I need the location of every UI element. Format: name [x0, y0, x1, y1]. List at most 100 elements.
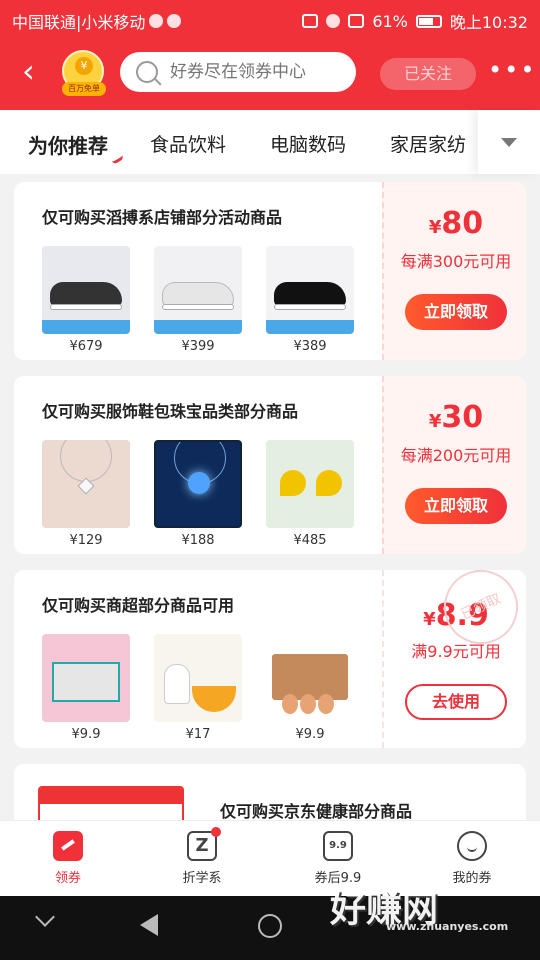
more-icon[interactable]: •••: [488, 58, 536, 82]
egg-icon: [282, 694, 298, 714]
sneaker-icon: [162, 282, 234, 306]
product-item[interactable]: ¥679: [42, 246, 130, 354]
price-ribbon: [42, 320, 130, 334]
coupon-condition: 满9.9元可用: [411, 642, 501, 661]
nav-coupon[interactable]: 领券: [18, 831, 118, 886]
bottom-nav: 领券 Z 折学系 9.9 券后9.9 我的券: [0, 820, 540, 896]
wifi-icon: [326, 14, 341, 28]
product-item[interactable]: ¥129: [42, 440, 130, 548]
product-item[interactable]: ¥9.9: [266, 634, 354, 742]
price-ribbon: [154, 320, 242, 334]
product-item[interactable]: ¥9.9: [42, 634, 130, 742]
tab-home[interactable]: 家居家纺: [390, 130, 466, 157]
product-item[interactable]: ¥399: [154, 246, 242, 354]
search-bar[interactable]: [120, 52, 356, 92]
product-price: ¥9.9: [71, 727, 101, 742]
product-image: [42, 246, 130, 334]
product-item[interactable]: ¥389: [266, 246, 354, 354]
coupon-amount: ¥80: [384, 206, 526, 241]
sneaker-icon: [50, 282, 122, 306]
chevron-down-icon: [501, 138, 517, 147]
chevron-down-icon[interactable]: [35, 907, 55, 927]
top-header: 中国联通|小米移动 61% 晚上10:32 ‹ ¥ 百万免单 已关注 •••: [0, 0, 540, 110]
amount-value: 80: [441, 206, 484, 241]
battery-icon: [415, 14, 442, 28]
nav-my-coupons[interactable]: 我的券: [422, 831, 522, 886]
nav-header: ‹ ¥ 百万免单 已关注 •••: [0, 44, 540, 102]
product-image: [42, 440, 130, 528]
product-price: ¥389: [293, 339, 327, 354]
product-price: ¥399: [181, 339, 215, 354]
coupon-title: 仅可购买京东健康部分商品: [220, 802, 413, 821]
coupon-card[interactable]: 仅可购买服饰鞋包珠宝品类部分商品 ¥129 ¥188 ¥485 ¥30 每满20…: [14, 376, 526, 554]
use-button[interactable]: 去使用: [405, 684, 507, 720]
tab-recommend[interactable]: 为你推荐: [28, 130, 108, 159]
coupon-condition: 每满300元可用: [400, 252, 512, 271]
back-triangle-icon[interactable]: [140, 914, 158, 936]
product-item[interactable]: ¥188: [154, 440, 242, 548]
message-icon: [149, 14, 164, 28]
product-item[interactable]: ¥17: [154, 634, 242, 742]
nav-discount[interactable]: Z 折学系: [152, 827, 252, 886]
price-ribbon: [266, 320, 354, 334]
sole-icon: [162, 304, 234, 310]
category-tabs: 为你推荐 食品饮料 电脑数码 家居家纺: [0, 110, 540, 174]
coin-icon: ¥: [75, 57, 93, 75]
tab-expand-button[interactable]: [478, 110, 540, 174]
nav-label: 领券: [54, 871, 81, 886]
coupon-title: 仅可购买服饰鞋包珠宝品类部分商品: [42, 402, 299, 421]
necklace-chain: [60, 440, 112, 482]
red-dot-badge: [211, 827, 221, 837]
clock: 晚上10:32: [449, 13, 528, 32]
person-icon: [164, 664, 190, 704]
coupon-title: 仅可购买滔搏系店铺部分活动商品: [42, 208, 283, 227]
product-image: [154, 246, 242, 334]
claim-button[interactable]: 立即领取: [405, 488, 507, 524]
follow-button[interactable]: 已关注: [380, 58, 476, 90]
coupon-value-panel: ¥30 每满200元可用 立即领取: [382, 376, 526, 554]
back-icon[interactable]: ‹: [22, 55, 52, 87]
product-item[interactable]: ¥485: [266, 440, 354, 548]
coupon-amount: ¥30: [384, 400, 526, 435]
clover-earring-icon: [280, 470, 306, 496]
status-bar: 中国联通|小米移动 61% 晚上10:32: [0, 0, 540, 38]
product-price: ¥17: [185, 727, 211, 742]
coupon-card[interactable]: 仅可购买滔搏系店铺部分活动商品 ¥679 ¥399 ¥389 ¥80 每满300…: [14, 182, 526, 360]
watermark-url: www.zhuanyes.com: [386, 920, 509, 933]
product-price: ¥9.9: [295, 727, 325, 742]
battery-text: 61%: [372, 11, 408, 31]
coupon-value-panel: ¥80 每满300元可用 立即领取: [382, 182, 526, 360]
coupon-icon: [53, 831, 83, 861]
product-image: [266, 440, 354, 528]
home-circle-icon[interactable]: [258, 914, 282, 938]
search-input[interactable]: [170, 62, 340, 82]
sole-icon: [50, 304, 122, 310]
product-banner: [40, 788, 182, 804]
egg-box-icon: [272, 654, 348, 700]
egg-icon: [318, 694, 334, 714]
pen-box-icon: [52, 662, 120, 702]
coupon-card[interactable]: 仅可购买商超部分商品可用 ¥9.9 ¥17 ¥9.9 ¥8.9 满9.9元可用 …: [14, 570, 526, 748]
active-tab-indicator: [111, 155, 125, 165]
coupon-condition: 每满200元可用: [400, 446, 512, 465]
currency-symbol: ¥: [423, 609, 436, 630]
claim-button[interactable]: 立即领取: [405, 294, 507, 330]
gem-icon: [188, 472, 210, 494]
notification-icon: [167, 14, 182, 28]
bowl-icon: [192, 686, 236, 712]
currency-symbol: ¥: [428, 411, 442, 432]
product-price: ¥188: [181, 533, 215, 548]
product-image: [266, 634, 354, 722]
nav-after-coupon[interactable]: 9.9 券后9.9: [288, 831, 388, 886]
sole-icon: [274, 304, 346, 310]
product-price: ¥129: [69, 533, 103, 548]
tab-food[interactable]: 食品饮料: [150, 130, 226, 157]
z-icon: Z: [187, 827, 221, 861]
amount-value: 30: [441, 400, 484, 435]
egg-icon: [300, 694, 316, 714]
nav-label: 折学系: [182, 871, 222, 886]
product-image: [266, 246, 354, 334]
signal-icon: [348, 14, 365, 28]
tab-digital[interactable]: 电脑数码: [270, 130, 346, 157]
watermark: 好赚网 www.zhuanyes.com: [330, 880, 508, 933]
